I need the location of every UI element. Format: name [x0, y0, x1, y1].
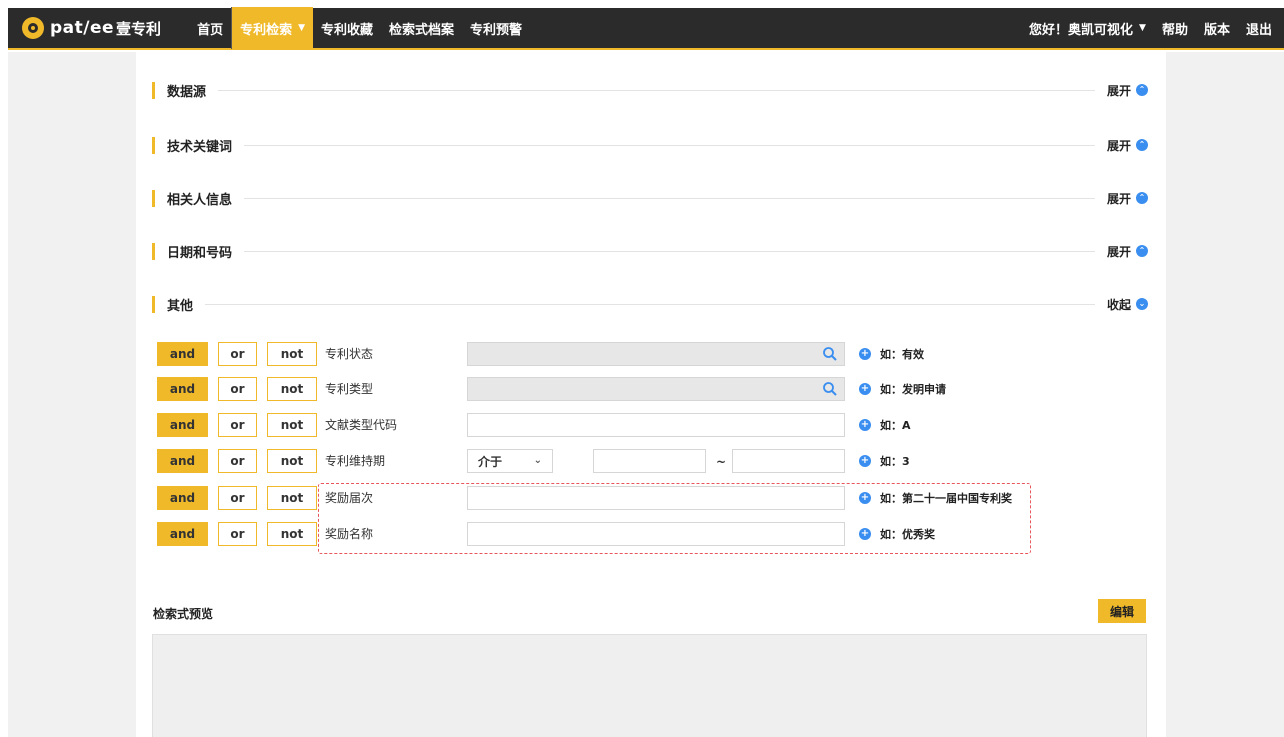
section-title: 技术关键词	[167, 136, 232, 155]
field-row-maintenance-period: and or not 专利维持期 介于⌄ ~ +如：3	[157, 449, 1037, 473]
or-button[interactable]: or	[218, 449, 257, 473]
range-from-input[interactable]	[593, 449, 706, 473]
top-navbar: pat∕ee 壹专利 首页 专利检索▼ 专利收藏 检索式档案 专利预警 您好！奥…	[8, 8, 1284, 50]
section-title: 其他	[167, 295, 193, 314]
chevron-up-icon: ⌃	[1136, 139, 1148, 151]
field-hint: +如：发明申请	[859, 377, 946, 401]
expand-toggle[interactable]: 展开⌃	[1107, 82, 1148, 99]
patyee-logo[interactable]: pat∕ee 壹专利	[22, 7, 161, 49]
not-button[interactable]: not	[267, 377, 317, 401]
and-button[interactable]: and	[157, 377, 208, 401]
field-row-patent-type: and or not 专利类型 +如：发明申请	[157, 377, 1037, 401]
not-button[interactable]: not	[267, 486, 317, 510]
expand-toggle[interactable]: 展开⌃	[1107, 243, 1148, 260]
main-nav: 首页 专利检索▼ 专利收藏 检索式档案 专利预警	[189, 7, 530, 49]
nav-patent-alert[interactable]: 专利预警	[462, 7, 530, 49]
nav-search-archive[interactable]: 检索式档案	[381, 7, 462, 49]
range-to-input[interactable]	[732, 449, 845, 473]
field-hint: +如：A	[859, 413, 911, 437]
and-button[interactable]: and	[157, 522, 208, 546]
logo-text: pat∕ee	[50, 18, 114, 38]
chevron-up-icon: ⌃	[1136, 192, 1148, 204]
field-hint: +如：有效	[859, 342, 924, 366]
version-link[interactable]: 版本	[1196, 7, 1238, 49]
plus-circle-icon[interactable]: +	[859, 348, 871, 360]
section-dates-numbers: 日期和号码 展开⌃	[152, 241, 1148, 261]
divider	[205, 304, 1095, 305]
chevron-down-icon: ⌄	[1136, 298, 1148, 310]
not-button[interactable]: not	[267, 522, 317, 546]
section-marker	[152, 190, 155, 207]
expand-toggle[interactable]: 展开⌃	[1107, 137, 1148, 154]
expand-toggle[interactable]: 展开⌃	[1107, 190, 1148, 207]
section-title: 日期和号码	[167, 242, 232, 261]
logo-mark-icon	[22, 17, 44, 39]
field-hint: +如：3	[859, 449, 910, 473]
divider	[244, 145, 1095, 146]
caret-down-icon: ▼	[298, 23, 305, 33]
range-separator: ~	[716, 449, 726, 473]
divider	[218, 90, 1095, 91]
nav-patent-search[interactable]: 专利检索▼	[231, 7, 313, 49]
or-button[interactable]: or	[218, 342, 257, 366]
doc-type-code-input[interactable]	[467, 413, 845, 437]
not-button[interactable]: not	[267, 413, 317, 437]
or-button[interactable]: or	[218, 486, 257, 510]
chevron-up-icon: ⌃	[1136, 84, 1148, 96]
section-marker	[152, 137, 155, 154]
field-row-patent-status: and or not 专利状态 +如：有效	[157, 342, 1037, 366]
section-title: 相关人信息	[167, 189, 232, 208]
chevron-up-icon: ⌃	[1136, 245, 1148, 257]
and-button[interactable]: and	[157, 342, 208, 366]
field-label: 专利状态	[325, 342, 373, 366]
field-row-doc-type-code: and or not 文献类型代码 +如：A	[157, 413, 1037, 437]
patent-status-input[interactable]	[467, 342, 845, 366]
plus-circle-icon[interactable]: +	[859, 383, 871, 395]
nav-home[interactable]: 首页	[189, 7, 231, 49]
section-marker	[152, 296, 155, 313]
and-button[interactable]: and	[157, 449, 208, 473]
chevron-down-icon: ⌄	[534, 455, 542, 466]
section-tech-keywords: 技术关键词 展开⌃	[152, 135, 1148, 155]
not-button[interactable]: not	[267, 342, 317, 366]
search-preview-title: 检索式预览	[153, 605, 213, 622]
divider	[244, 198, 1095, 199]
logout-link[interactable]: 退出	[1238, 7, 1280, 49]
or-button[interactable]: or	[218, 377, 257, 401]
range-mode-select[interactable]: 介于⌄	[467, 449, 553, 473]
plus-circle-icon[interactable]: +	[859, 455, 871, 467]
section-other: 其他 收起⌄	[152, 294, 1148, 314]
field-label: 专利类型	[325, 377, 373, 401]
user-menu[interactable]: 您好！奥凯可视化▼	[1021, 7, 1154, 49]
or-button[interactable]: or	[218, 413, 257, 437]
patent-type-input[interactable]	[467, 377, 845, 401]
search-icon[interactable]	[822, 346, 838, 362]
divider	[244, 251, 1095, 252]
help-link[interactable]: 帮助	[1154, 7, 1196, 49]
section-marker	[152, 243, 155, 260]
user-nav: 您好！奥凯可视化▼ 帮助 版本 退出	[1021, 7, 1280, 49]
nav-patent-favorites[interactable]: 专利收藏	[313, 7, 381, 49]
logo-chinese-name: 壹专利	[116, 18, 161, 39]
section-related-parties: 相关人信息 展开⌃	[152, 188, 1148, 208]
and-button[interactable]: and	[157, 413, 208, 437]
search-icon[interactable]	[822, 381, 838, 397]
not-button[interactable]: not	[267, 449, 317, 473]
collapse-toggle[interactable]: 收起⌄	[1107, 296, 1148, 313]
section-title: 数据源	[167, 81, 206, 100]
caret-down-icon: ▼	[1139, 23, 1146, 33]
field-label: 专利维持期	[325, 449, 385, 473]
field-label: 文献类型代码	[325, 413, 397, 437]
right-gutter	[1166, 52, 1284, 737]
plus-circle-icon[interactable]: +	[859, 419, 871, 431]
or-button[interactable]: or	[218, 522, 257, 546]
left-gutter	[8, 52, 136, 737]
section-data-source: 数据源 展开⌃	[152, 80, 1148, 100]
section-marker	[152, 82, 155, 99]
and-button[interactable]: and	[157, 486, 208, 510]
edit-button[interactable]: 编辑	[1098, 599, 1146, 623]
search-preview-textarea[interactable]	[152, 634, 1147, 737]
highlight-annotation-box	[318, 483, 1031, 554]
